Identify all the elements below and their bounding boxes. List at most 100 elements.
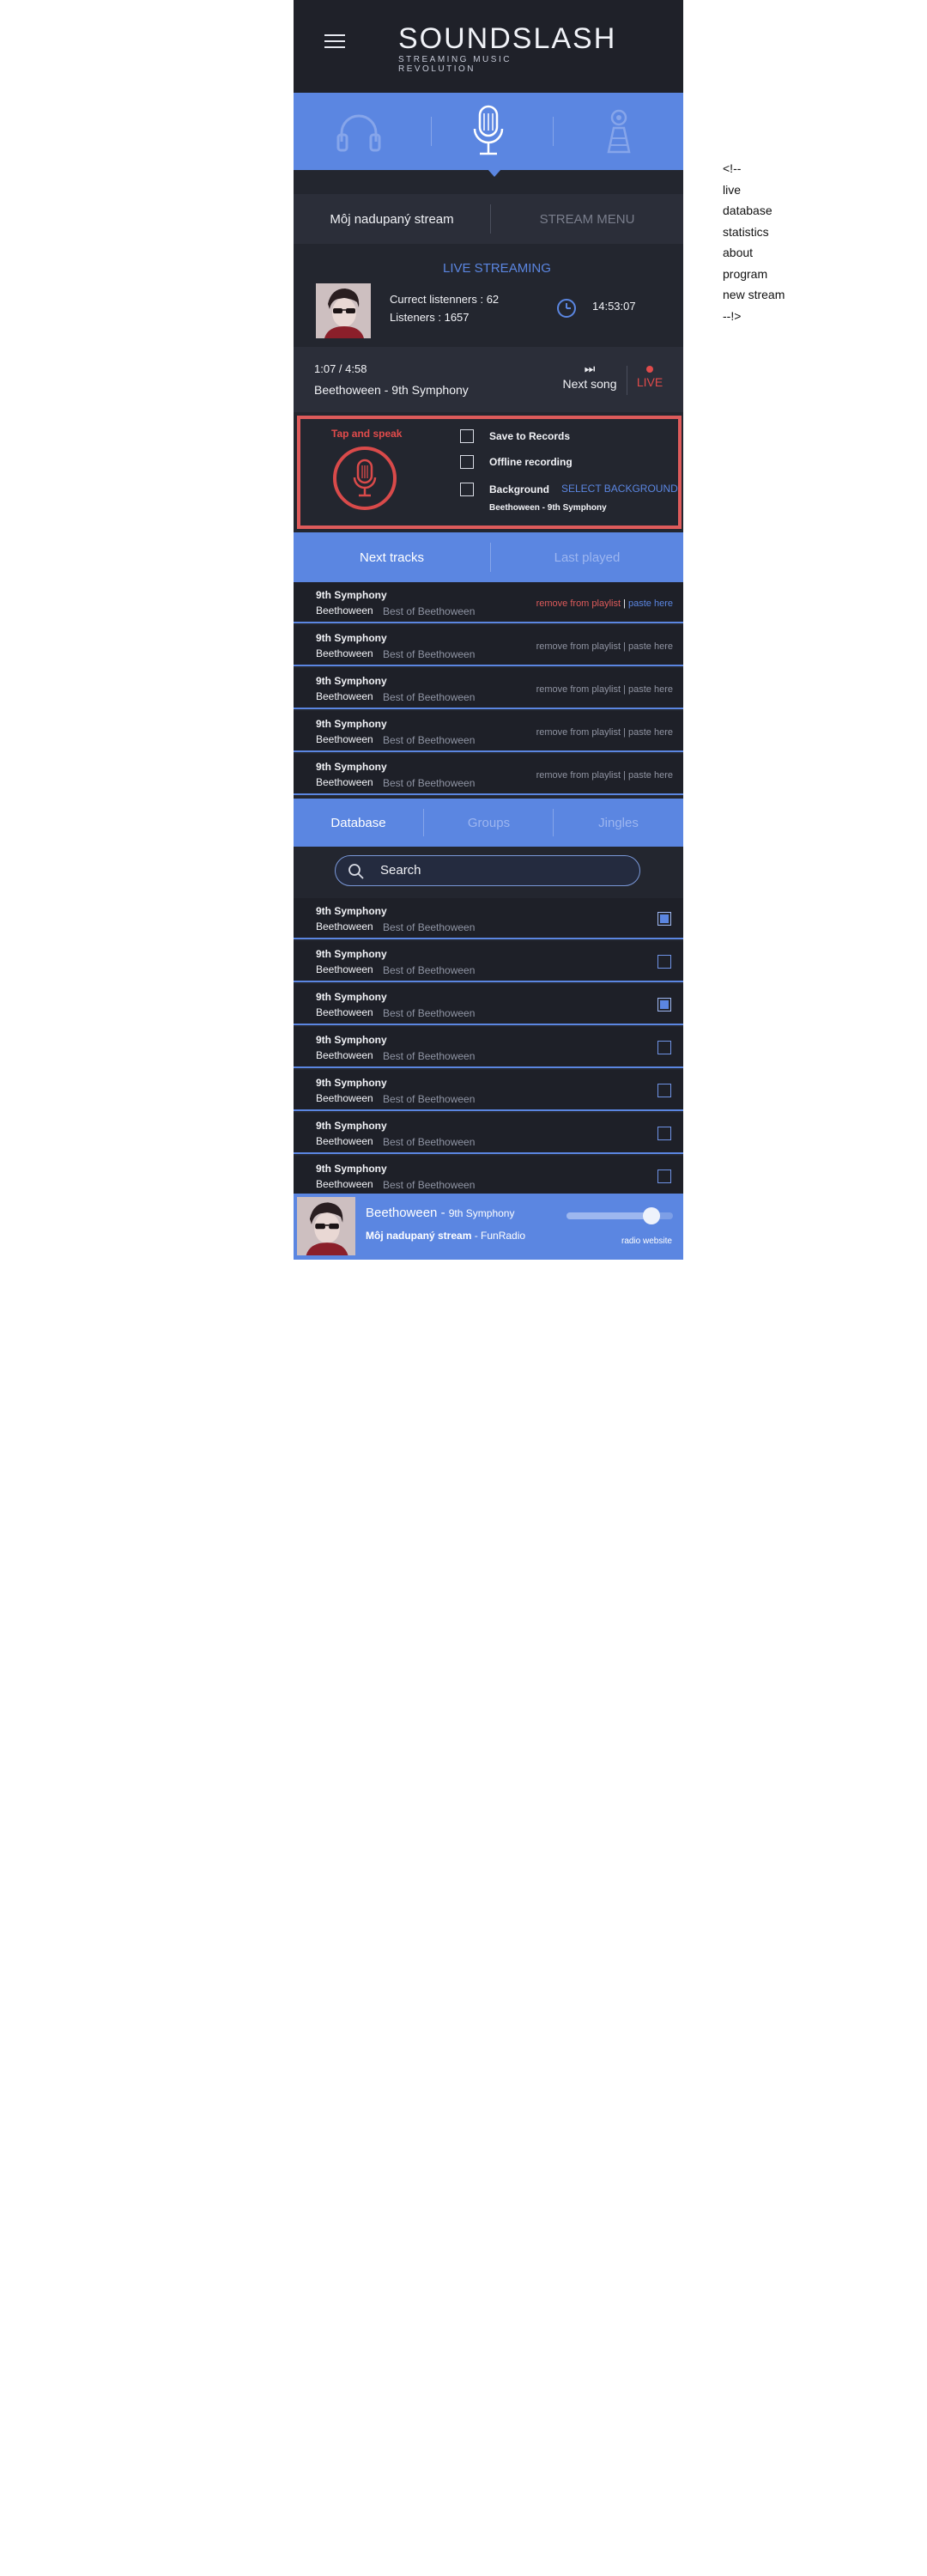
hamburger-icon[interactable]	[324, 34, 345, 52]
search-icon	[348, 864, 364, 879]
track-actions: remove from playlist | paste here	[536, 598, 673, 609]
row-checkbox[interactable]	[657, 1170, 671, 1183]
row-checkbox[interactable]	[657, 955, 671, 969]
track-title: 9th Symphony	[316, 1163, 387, 1175]
app-frame: SOUNDSLASH STREAMING MUSIC REVOLUTION Mô…	[294, 0, 683, 1260]
database-row[interactable]: 9th Symphony Beethoween Best of Beethowe…	[294, 1113, 683, 1154]
paste-here-link[interactable]: paste here	[628, 684, 673, 695]
mode-broadcast-button[interactable]	[554, 93, 683, 170]
background-track: Beethoween - 9th Symphony	[489, 503, 607, 513]
track-title: 9th Symphony	[316, 632, 387, 644]
track-title: 9th Symphony	[316, 675, 387, 687]
next-song-label: Next song	[562, 377, 617, 391]
save-to-records-option[interactable]: Save to Records	[460, 428, 570, 445]
track-title: 9th Symphony	[316, 948, 387, 960]
offline-recording-checkbox[interactable]	[460, 455, 474, 469]
background-option[interactable]: Background	[460, 481, 549, 498]
comment-line: new stream	[723, 288, 785, 301]
tap-and-speak-label: Tap and speak	[331, 428, 403, 440]
remove-from-playlist-link[interactable]: remove from playlist	[536, 641, 621, 652]
track-title: 9th Symphony	[316, 761, 387, 773]
remove-from-playlist-link[interactable]: remove from playlist	[536, 598, 621, 609]
track-row[interactable]: 9th Symphony Beethoween Best of Beethowe…	[294, 711, 683, 752]
track-artist: Beethoween	[316, 776, 373, 788]
search-box[interactable]	[335, 855, 640, 886]
live-indicator[interactable]: LIVE	[633, 366, 667, 389]
track-album: Best of Beethoween	[383, 691, 476, 703]
track-album: Best of Beethoween	[383, 1007, 476, 1019]
tab-my-stream[interactable]: Môj nadupaný stream	[294, 194, 490, 244]
database-row[interactable]: 9th Symphony Beethoween Best of Beethowe…	[294, 1070, 683, 1111]
microphone-icon	[473, 105, 503, 155]
option-label: Background	[489, 483, 550, 495]
row-checkbox[interactable]	[657, 1127, 671, 1140]
stream-time: 14:53:07	[592, 300, 636, 313]
next-song-button[interactable]: ⏭ Next song	[560, 362, 620, 391]
track-row[interactable]: 9th Symphony Beethoween Best of Beethowe…	[294, 754, 683, 795]
select-background-link[interactable]: SELECT BACKGROUND	[561, 483, 678, 495]
player-track-info: Beethoween - 9th Symphony	[366, 1206, 514, 1220]
database-row[interactable]: 9th Symphony Beethoween Best of Beethowe…	[294, 898, 683, 939]
track-album: Best of Beethoween	[383, 921, 476, 933]
clock-icon	[557, 299, 576, 318]
volume-slider[interactable]	[566, 1207, 673, 1224]
remove-from-playlist-link[interactable]: remove from playlist	[536, 727, 621, 738]
track-row[interactable]: 9th Symphony Beethoween Best of Beethowe…	[294, 668, 683, 709]
live-label: LIVE	[636, 375, 663, 389]
row-checkbox[interactable]	[657, 1084, 671, 1097]
listener-stats: Currect listenners : 62 Listeners : 1657	[390, 290, 499, 326]
track-artist: Beethoween	[316, 1049, 373, 1061]
tab-groups[interactable]: Groups	[424, 799, 554, 847]
comment-line: program	[723, 266, 768, 281]
remove-from-playlist-link[interactable]: remove from playlist	[536, 684, 621, 695]
track-row[interactable]: 9th Symphony Beethoween Best of Beethowe…	[294, 625, 683, 666]
tab-stream-menu[interactable]: STREAM MENU	[491, 194, 683, 244]
track-album: Best of Beethoween	[383, 605, 476, 617]
track-title: 9th Symphony	[316, 991, 387, 1003]
comment-line: statistics	[723, 224, 769, 239]
track-row[interactable]: 9th Symphony Beethoween Best of Beethowe…	[294, 582, 683, 623]
database-row[interactable]: 9th Symphony Beethoween Best of Beethowe…	[294, 1027, 683, 1068]
mode-listen-button[interactable]	[294, 93, 423, 170]
paste-here-link[interactable]: paste here	[628, 641, 673, 652]
row-checkbox[interactable]	[657, 998, 671, 1012]
logo-subtitle: STREAMING MUSIC REVOLUTION	[398, 55, 512, 74]
avatar	[316, 283, 371, 338]
volume-knob[interactable]	[643, 1207, 661, 1224]
live-streaming-title: LIVE STREAMING	[443, 261, 551, 276]
tab-last-played[interactable]: Last played	[491, 532, 683, 582]
total-listeners: Listeners : 1657	[390, 311, 470, 324]
skip-next-icon: ⏭	[584, 361, 596, 375]
remove-from-playlist-link[interactable]: remove from playlist	[536, 770, 621, 781]
search-input[interactable]	[380, 863, 629, 878]
save-to-records-checkbox[interactable]	[460, 429, 474, 443]
track-title: 9th Symphony	[316, 1034, 387, 1046]
database-row[interactable]: 9th Symphony Beethoween Best of Beethowe…	[294, 1156, 683, 1197]
paste-here-link[interactable]: paste here	[628, 727, 673, 738]
track-artist: Beethoween	[316, 1092, 373, 1104]
logo-title: SOUNDSLASH	[398, 22, 617, 55]
track-artist: Beethoween	[316, 920, 373, 933]
track-artist: Beethoween	[316, 1178, 373, 1190]
tap-and-speak-button[interactable]	[333, 447, 397, 510]
tab-jingles[interactable]: Jingles	[554, 799, 683, 847]
now-playing-title: Beethoween - 9th Symphony	[314, 383, 469, 397]
tab-database[interactable]: Database	[294, 799, 423, 847]
comment-line: about	[723, 246, 754, 259]
search-bar	[294, 847, 683, 898]
row-checkbox[interactable]	[657, 912, 671, 926]
tab-next-tracks[interactable]: Next tracks	[294, 532, 490, 582]
row-checkbox[interactable]	[657, 1041, 671, 1054]
paste-here-link[interactable]: paste here	[628, 598, 673, 609]
live-streaming-panel: LIVE STREAMING Currect listenners : 62 L…	[294, 252, 683, 347]
database-row[interactable]: 9th Symphony Beethoween Best of Beethowe…	[294, 984, 683, 1025]
mode-speak-button[interactable]	[423, 93, 553, 170]
offline-recording-option[interactable]: Offline recording	[460, 453, 573, 471]
paste-here-link[interactable]: paste here	[628, 770, 673, 781]
actions-separator: |	[621, 727, 629, 738]
track-tabs: Next tracks Last played	[294, 532, 683, 582]
database-row[interactable]: 9th Symphony Beethoween Best of Beethowe…	[294, 941, 683, 982]
now-playing-bar: 1:07 / 4:58 Beethoween - 9th Symphony ⏭ …	[294, 347, 683, 412]
background-checkbox[interactable]	[460, 483, 474, 496]
radio-website-link[interactable]: radio website	[621, 1236, 672, 1246]
